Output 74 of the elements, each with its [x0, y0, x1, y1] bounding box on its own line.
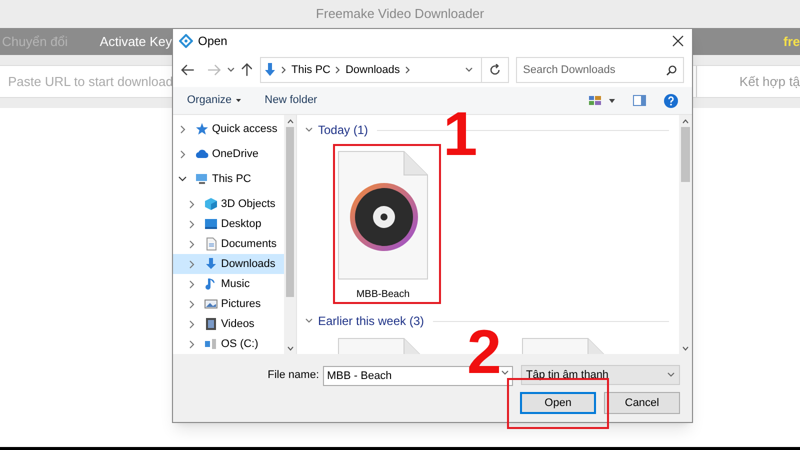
drive-icon [204, 337, 218, 351]
chevron-right-icon[interactable] [187, 340, 196, 348]
chevron-right-icon[interactable] [178, 150, 187, 158]
dialog-title: Open [198, 33, 228, 50]
group-header[interactable]: Today (1) [318, 121, 368, 139]
cube-icon [204, 197, 218, 211]
scroll-down-icon[interactable] [286, 346, 294, 351]
scroll-up-icon[interactable] [286, 119, 294, 124]
tree-item[interactable]: Quick access [173, 119, 284, 139]
cancel-button[interactable]: Cancel [604, 392, 680, 414]
address-bar[interactable]: This PC Downloads [260, 57, 509, 83]
desktop-icon [204, 217, 218, 231]
tree-item[interactable]: Pictures [173, 294, 284, 314]
cloud-icon [195, 147, 209, 161]
download-icon [204, 257, 218, 271]
chevron-right-icon[interactable] [178, 124, 187, 134]
chevron-right-icon[interactable] [187, 240, 196, 248]
pc-icon [195, 172, 209, 186]
dialog-app-icon [179, 34, 193, 48]
tree-item[interactable]: OneDrive [173, 144, 284, 164]
brand-text: fre [783, 32, 800, 51]
help-icon[interactable] [664, 94, 678, 108]
tree-item[interactable]: 3D Objects [173, 194, 284, 214]
preview-pane-icon[interactable] [633, 95, 646, 106]
chevron-down-icon[interactable] [501, 370, 509, 376]
chevron-down-icon[interactable] [465, 67, 473, 73]
search-icon [666, 65, 677, 76]
document-icon [204, 237, 218, 251]
up-arrow-icon[interactable] [240, 63, 252, 77]
scroll-thumb[interactable] [286, 127, 294, 297]
scroll-thumb[interactable] [681, 127, 690, 182]
open-button[interactable]: Open [520, 392, 596, 414]
file-name[interactable]: MBB-Beach [356, 287, 410, 302]
tree-item[interactable]: Documents [173, 234, 284, 254]
chevron-right-icon[interactable] [187, 320, 196, 328]
audio-file-icon[interactable] [338, 151, 428, 280]
group-header[interactable]: Earlier this week (3) [318, 312, 424, 330]
app-title: Freemake Video Downloader [316, 5, 484, 24]
scrollbar[interactable] [679, 115, 692, 354]
chevron-down-icon[interactable] [226, 67, 235, 73]
tree-item[interactable]: Music [173, 274, 284, 294]
tree-item[interactable]: OS (C:) [173, 334, 284, 354]
search-field[interactable]: Search Downloads [516, 57, 684, 83]
chevron-right-icon[interactable] [187, 200, 196, 208]
close-icon[interactable] [672, 35, 684, 47]
chevron-right-icon[interactable] [335, 66, 340, 74]
tree-item[interactable]: Downloads [173, 254, 284, 274]
refresh-icon [489, 64, 501, 76]
video-icon [204, 317, 218, 331]
scroll-up-icon[interactable] [682, 119, 689, 124]
new-folder-button[interactable]: New folder [264, 92, 318, 109]
breadcrumb-item[interactable]: This PC [291, 62, 330, 78]
star-icon [195, 122, 209, 136]
scrollbar[interactable] [284, 115, 296, 354]
back-arrow-icon[interactable] [181, 64, 195, 76]
download-arrow-icon [264, 63, 276, 77]
chevron-right-icon[interactable] [187, 220, 196, 228]
step-number: 1 [443, 104, 478, 166]
picture-icon [204, 297, 218, 311]
chevron-right-icon[interactable] [187, 280, 196, 288]
file-name-label: File name: [268, 368, 319, 383]
chevron-right-icon[interactable] [187, 300, 196, 308]
chevron-down-icon[interactable] [178, 174, 187, 184]
tree-item[interactable]: Desktop [173, 214, 284, 234]
chevron-right-icon[interactable] [404, 66, 410, 74]
breadcrumb-item[interactable]: Downloads [345, 62, 400, 78]
chevron-right-icon[interactable] [187, 260, 196, 268]
tree-item[interactable]: Videos [173, 314, 284, 334]
tree-item[interactable]: This PC [173, 169, 284, 189]
organize-menu[interactable]: Organize [187, 92, 241, 109]
scroll-down-icon[interactable] [682, 346, 689, 351]
view-icon[interactable] [589, 96, 601, 105]
chevron-right-icon[interactable] [281, 66, 286, 74]
chevron-down-icon [667, 372, 675, 378]
